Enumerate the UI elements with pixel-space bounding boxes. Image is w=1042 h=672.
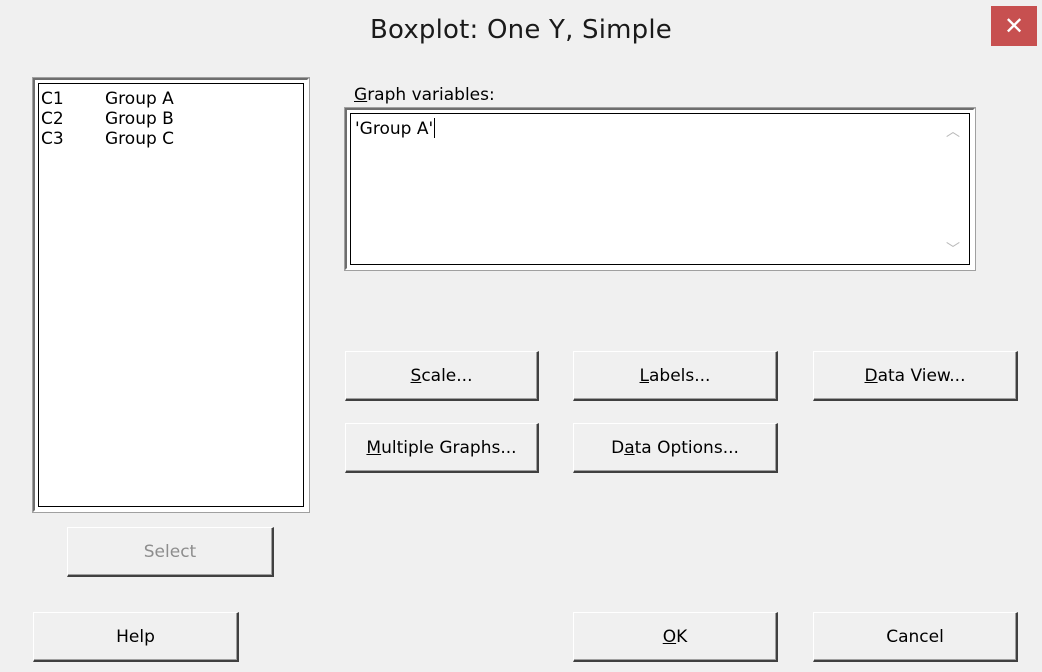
help-button[interactable]: Help bbox=[33, 612, 239, 662]
label-text: raph variables: bbox=[367, 85, 495, 105]
graph-variables-text: 'Group A' bbox=[355, 118, 436, 139]
window-title: Boxplot: One Y, Simple bbox=[370, 15, 672, 45]
labels-button[interactable]: Labels... bbox=[573, 351, 778, 401]
column-id: C3 bbox=[41, 129, 64, 149]
column-name: Group A bbox=[105, 89, 174, 109]
scroll-down-icon[interactable]: ﹀ bbox=[943, 240, 963, 260]
accelerator-key: G bbox=[354, 85, 368, 105]
graph-variables-label: Graph variables: bbox=[354, 85, 495, 105]
multiple-graphs-button[interactable]: Multiple Graphs... bbox=[345, 423, 539, 473]
accelerator-key: S bbox=[410, 365, 422, 386]
text-caret bbox=[434, 118, 436, 138]
graph-variables-input[interactable]: 'Group A' ︿ ﹀ bbox=[344, 107, 976, 271]
column-id: C2 bbox=[41, 109, 64, 129]
data-view-button[interactable]: Data View... bbox=[813, 351, 1018, 401]
button-label: ultiple Graphs... bbox=[381, 437, 517, 458]
accelerator-key: M bbox=[366, 437, 382, 458]
data-options-button[interactable]: Da ta Options... bbox=[573, 423, 778, 473]
button-label: abels... bbox=[649, 365, 711, 386]
title-bar: Boxplot: One Y, Simple ✕ bbox=[0, 0, 1042, 68]
accelerator-key: L bbox=[639, 365, 649, 386]
accelerator-key: a bbox=[624, 437, 635, 458]
graph-variables-value: 'Group A' bbox=[355, 119, 434, 139]
button-label: D bbox=[611, 437, 625, 458]
column-id: C1 bbox=[41, 89, 64, 109]
ok-button[interactable]: OK bbox=[573, 612, 778, 662]
select-button[interactable]: Select bbox=[67, 527, 274, 577]
button-label: ata View... bbox=[877, 365, 966, 386]
cancel-button[interactable]: Cancel bbox=[813, 612, 1018, 662]
accelerator-key: D bbox=[864, 365, 878, 386]
column-name: Group C bbox=[105, 129, 175, 149]
column-name: Group B bbox=[105, 109, 174, 129]
button-label: ta Options... bbox=[634, 437, 739, 458]
graph-variables-focus-border bbox=[350, 113, 970, 265]
accelerator-key: O bbox=[662, 626, 677, 647]
button-label: cale... bbox=[421, 365, 473, 386]
button-label: K bbox=[676, 626, 688, 647]
variable-list[interactable]: C1 Group A C2 Group B C3 Group C bbox=[32, 77, 310, 513]
close-button[interactable]: ✕ bbox=[991, 6, 1037, 46]
close-icon: ✕ bbox=[1003, 12, 1025, 40]
scale-button[interactable]: Scale... bbox=[345, 351, 539, 401]
scroll-up-icon[interactable]: ︿ bbox=[943, 122, 963, 142]
